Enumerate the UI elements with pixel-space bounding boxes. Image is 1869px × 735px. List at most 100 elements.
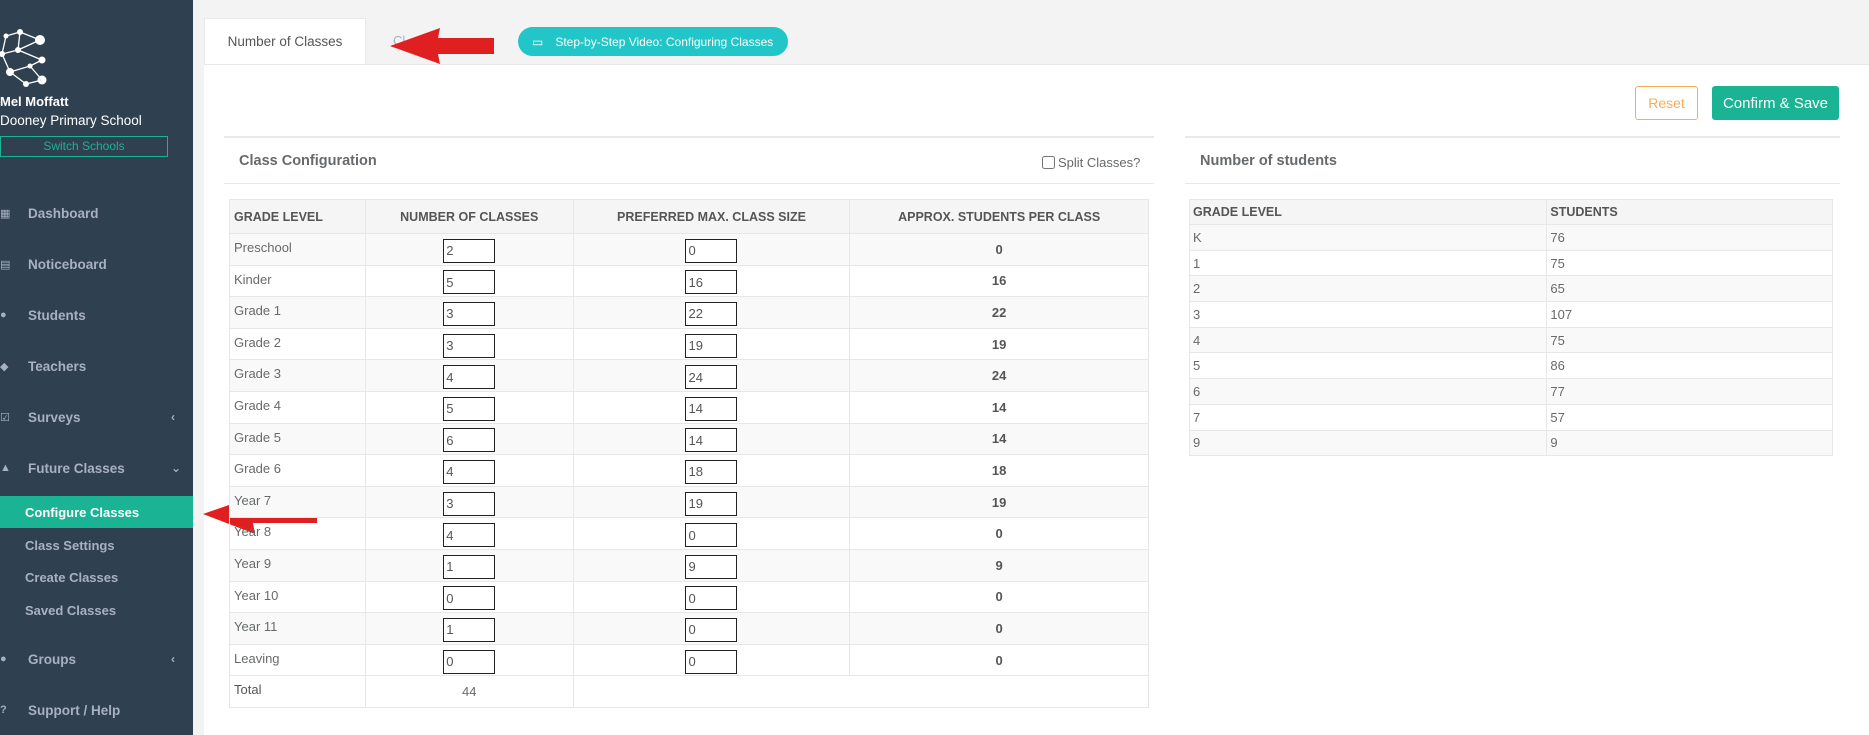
students-count-cell: 9 <box>1546 429 1833 457</box>
grade-level-cell: 5 <box>1188 352 1548 380</box>
number-of-classes-input[interactable] <box>443 459 496 484</box>
grade-level-cell: Year 8 <box>229 517 366 550</box>
sub-create-classes[interactable]: Create Classes <box>0 561 193 593</box>
split-classes[interactable]: Split Classes? <box>1042 155 1140 170</box>
sub-configure-classes[interactable]: Configure Classes <box>0 496 193 528</box>
max-class-size-input[interactable] <box>685 617 738 642</box>
empty-cell <box>572 675 1150 708</box>
approx-students-cell: 18 <box>849 454 1149 487</box>
max-size-cell <box>572 422 851 456</box>
table-row: Leaving 0 <box>229 643 1149 677</box>
approx-students-cell: 14 <box>849 422 1149 456</box>
school-name: Dooney Primary School <box>0 113 142 128</box>
approx-students-cell: 22 <box>849 296 1149 329</box>
students-count-cell: 75 <box>1546 326 1833 354</box>
nav-label: Students <box>28 307 86 323</box>
max-class-size-input[interactable] <box>685 301 738 326</box>
nav-support[interactable]: ? Support / Help <box>0 690 193 730</box>
students-count-cell: 57 <box>1546 403 1833 431</box>
table-row: K 76 <box>1188 224 1833 251</box>
nav-surveys[interactable]: ☑ Surveys ‹ <box>0 397 193 437</box>
approx-students-cell: 19 <box>849 485 1149 519</box>
grade-level-cell: Grade 3 <box>229 359 366 392</box>
max-size-cell <box>572 233 851 266</box>
nav-future-classes[interactable]: ▲ Future Classes ⌄ <box>0 448 193 488</box>
grade-level-cell: Kinder <box>229 264 366 298</box>
max-size-cell <box>572 390 851 424</box>
nav-dashboard[interactable]: ▦ Dashboard <box>0 193 193 233</box>
grade-level-cell: 2 <box>1188 275 1548 303</box>
number-of-classes-input[interactable] <box>443 396 496 421</box>
max-class-size-input[interactable] <box>685 554 738 579</box>
students-title: Number of students <box>1185 136 1840 184</box>
number-of-classes-input[interactable] <box>443 270 496 295</box>
reset-button[interactable]: Reset <box>1635 86 1698 120</box>
number-of-classes-input[interactable] <box>443 301 496 326</box>
grade-level-cell: Year 11 <box>229 612 366 645</box>
table-row: Preschool 0 <box>229 233 1149 266</box>
number-of-classes-input[interactable] <box>443 333 496 358</box>
number-of-classes-input[interactable] <box>443 491 496 516</box>
class-config-title: Class Configuration <box>224 136 1154 184</box>
classes-cell <box>364 359 574 392</box>
sub-saved-classes[interactable]: Saved Classes <box>0 594 193 626</box>
approx-students-cell: 9 <box>849 548 1149 582</box>
students-count-cell: 107 <box>1546 301 1833 328</box>
max-class-size-input[interactable] <box>685 649 738 674</box>
tab-number-of-classes[interactable]: Number of Classes <box>204 18 366 64</box>
max-class-size-input[interactable] <box>685 270 738 295</box>
col-header: GRADE LEVEL <box>1188 199 1548 225</box>
nav-label: Teachers <box>28 358 87 374</box>
max-size-cell <box>572 485 851 519</box>
classes-cell <box>364 548 574 582</box>
max-class-size-input[interactable] <box>685 523 738 548</box>
number-of-classes-input[interactable] <box>443 428 496 453</box>
col-header: GRADE LEVEL <box>229 199 366 234</box>
max-class-size-input[interactable] <box>685 586 738 611</box>
table-row: 6 77 <box>1188 378 1833 405</box>
grade-level-cell: K <box>1188 224 1548 251</box>
approx-students-cell: 0 <box>849 233 1149 266</box>
approx-students-cell: 0 <box>849 612 1149 645</box>
max-size-cell <box>572 548 851 582</box>
classes-cell <box>364 454 574 487</box>
max-class-size-input[interactable] <box>685 333 738 358</box>
split-classes-checkbox[interactable] <box>1042 156 1055 169</box>
number-of-classes-input[interactable] <box>443 238 496 263</box>
chevron-down-icon: ⌄ <box>171 461 182 475</box>
students-title-text: Number of students <box>1200 152 1337 169</box>
number-of-classes-input[interactable] <box>443 554 496 579</box>
video-button[interactable]: ▭ Step-by-Step Video: Configuring Classe… <box>518 27 788 56</box>
number-of-classes-input[interactable] <box>443 649 496 674</box>
nav-noticeboard[interactable]: ▤ Noticeboard <box>0 244 193 284</box>
max-class-size-input[interactable] <box>685 459 738 484</box>
nav-groups[interactable]: ● Groups ‹ <box>0 639 193 679</box>
table-row: Year 10 0 <box>229 580 1149 614</box>
max-class-size-input[interactable] <box>685 238 738 263</box>
max-class-size-input[interactable] <box>685 428 738 453</box>
number-of-classes-input[interactable] <box>443 365 496 390</box>
switch-schools-button[interactable]: Switch Schools <box>0 136 168 157</box>
logo-icon <box>0 29 47 87</box>
max-class-size-input[interactable] <box>685 491 738 516</box>
nav-teachers[interactable]: ◆ Teachers <box>0 346 193 386</box>
col-header: PREFERRED MAX. CLASS SIZE <box>572 199 851 234</box>
table-row: 99 <box>1188 429 1833 457</box>
nav-students[interactable]: ● Students <box>0 295 193 335</box>
classes-cell <box>364 296 574 329</box>
confirm-save-button[interactable]: Confirm & Save <box>1712 86 1839 120</box>
max-size-cell <box>572 264 851 298</box>
students-count-cell: 86 <box>1546 352 1833 380</box>
max-class-size-input[interactable] <box>685 396 738 421</box>
grade-level-cell: Grade 6 <box>229 454 366 487</box>
grade-level-cell: Grade 2 <box>229 327 366 361</box>
sub-class-settings[interactable]: Class Settings <box>0 529 193 561</box>
approx-students-cell: 0 <box>849 517 1149 550</box>
number-of-classes-input[interactable] <box>443 523 496 548</box>
chevron-left-icon: ‹ <box>171 410 175 424</box>
monitor-icon: ▭ <box>532 34 544 49</box>
table-row: 5 86 <box>1188 352 1833 380</box>
number-of-classes-input[interactable] <box>443 617 496 642</box>
max-class-size-input[interactable] <box>685 365 738 390</box>
number-of-classes-input[interactable] <box>443 586 496 611</box>
